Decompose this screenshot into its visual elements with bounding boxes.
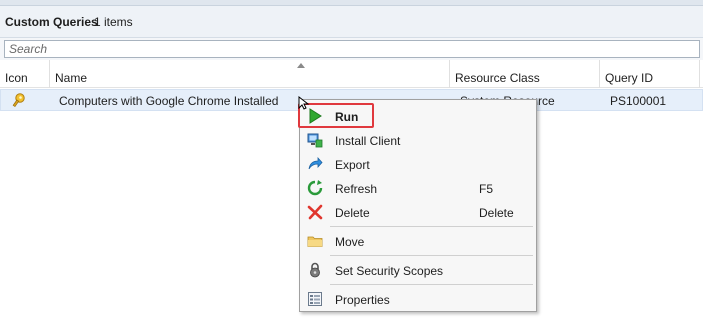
column-header-label: Query ID: [605, 71, 654, 85]
menu-separator: [330, 226, 533, 227]
menu-item-label: Export: [335, 158, 370, 172]
menu-separator: [330, 255, 533, 256]
lock-icon: [310, 262, 320, 278]
menu-item-label: Set Security Scopes: [335, 264, 444, 278]
column-header-icon[interactable]: Icon: [0, 60, 50, 88]
column-header-resource-class[interactable]: Resource Class: [450, 60, 600, 88]
menu-item-delete[interactable]: Delete Delete: [302, 201, 534, 223]
grid-header: Icon Name Resource Class Query ID: [0, 60, 703, 88]
search-input[interactable]: [4, 40, 700, 58]
menu-item-export[interactable]: Export: [302, 153, 534, 175]
menu-item-shortcut: F5: [479, 182, 494, 196]
row-name: Computers with Google Chrome Installed: [59, 94, 279, 108]
menu-item-label: Move: [335, 235, 365, 249]
sort-ascending-icon: [297, 63, 305, 68]
page-title: Custom Queries: [5, 15, 98, 29]
properties-icon: [308, 292, 322, 306]
panel-header: Custom Queries 1 items: [0, 6, 703, 38]
delete-x-icon: [307, 204, 323, 220]
menu-item-install-client[interactable]: Install Client: [302, 129, 534, 151]
install-client-icon: [307, 133, 323, 148]
column-header-label: Name: [55, 71, 88, 85]
item-count: 1 items: [94, 15, 133, 29]
menu-item-properties[interactable]: Properties: [302, 288, 534, 310]
menu-item-label: Delete: [335, 206, 370, 220]
menu-separator: [330, 284, 533, 285]
column-header-query-id[interactable]: Query ID: [600, 60, 700, 88]
column-header-label: Resource Class: [455, 71, 540, 85]
search-bar: [0, 38, 703, 60]
context-menu: Run Install Client Export Refresh F5 Del…: [299, 99, 537, 312]
menu-item-move[interactable]: Move: [302, 230, 534, 252]
column-header-label: Icon: [5, 71, 28, 85]
menu-item-set-security-scopes[interactable]: Set Security Scopes: [302, 259, 534, 281]
query-key-icon: [12, 93, 25, 108]
menu-item-shortcut: Delete: [479, 206, 514, 220]
column-header-name[interactable]: Name: [50, 60, 450, 88]
refresh-icon: [307, 180, 323, 196]
menu-item-label: Properties: [335, 293, 390, 307]
export-arrow-icon: [308, 156, 323, 170]
menu-item-label: Install Client: [335, 134, 401, 148]
menu-item-label: Refresh: [335, 182, 378, 196]
folder-icon: [307, 236, 323, 247]
mouse-cursor-icon: [298, 96, 310, 110]
row-query-id: PS100001: [610, 94, 667, 108]
menu-item-refresh[interactable]: Refresh F5: [302, 177, 534, 199]
